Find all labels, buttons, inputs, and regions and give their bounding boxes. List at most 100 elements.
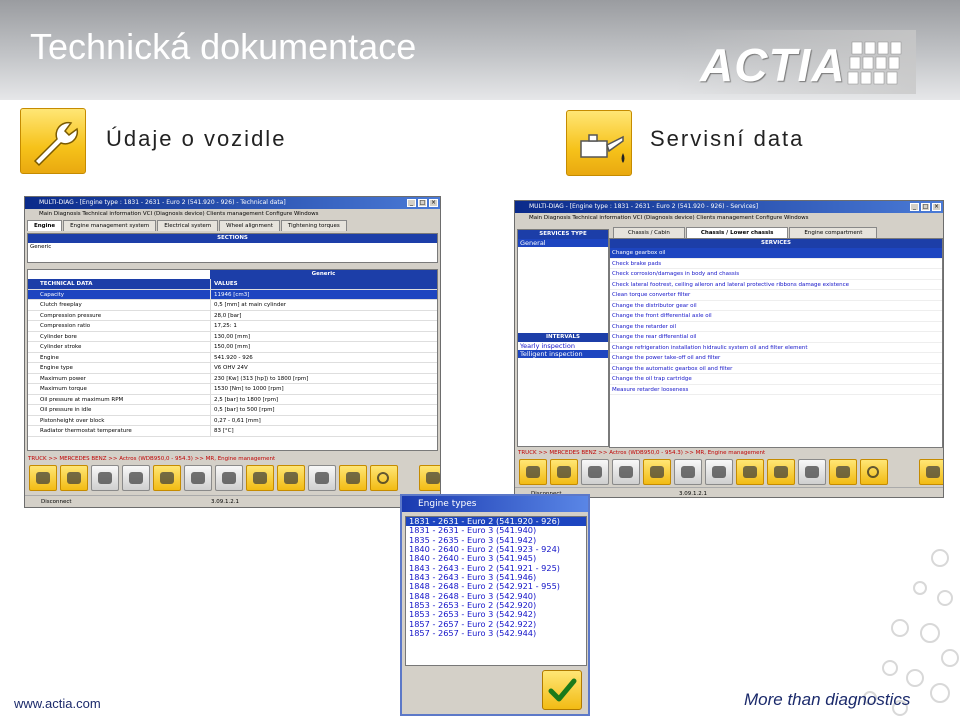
service-item[interactable]: Change the oil trap cartridge	[610, 374, 942, 385]
service-item[interactable]: Check corrosion/damages in body and chas…	[610, 269, 942, 280]
service-item[interactable]: Change the front differential axle oil	[610, 311, 942, 322]
wiring-button[interactable]	[798, 459, 826, 485]
connector-button[interactable]	[91, 465, 119, 491]
search-button[interactable]	[370, 465, 398, 491]
vehicle-select-button[interactable]	[60, 465, 88, 491]
table-row[interactable]: Compression pressure 28,0 [bar]	[28, 310, 437, 321]
parameters-button[interactable]	[184, 465, 212, 491]
close-button[interactable]: ×	[932, 203, 941, 211]
technical-data-table: Generic TECHNICAL DATA VALUES Capacity 11…	[27, 269, 438, 451]
row-label: Maximum torque	[40, 386, 87, 392]
service-item[interactable]: Measure retarder looseness	[610, 385, 942, 395]
confirm-button[interactable]	[542, 670, 582, 710]
service-item[interactable]: Change the rear differential oil	[610, 332, 942, 343]
service-item[interactable]: Change refrigeration installation hidrau…	[610, 343, 942, 353]
services-button[interactable]	[767, 459, 795, 485]
table-row[interactable]: Pistonheight over block 0,27 - 0,61 [mm]	[28, 415, 437, 426]
back-button[interactable]	[519, 459, 547, 485]
tab-chassis-cabin[interactable]: Chassis / Cabin	[613, 227, 685, 238]
sections-item[interactable]: Generic	[28, 243, 437, 251]
tab-chassis-lower[interactable]: Chassis / Lower chassis	[685, 227, 789, 238]
row-label: Engine type	[40, 365, 73, 371]
table-row[interactable]: Engine 541.920 - 926	[28, 352, 437, 363]
vehicle-path-breadcrumb: TRUCK >> MERCEDES BENZ >> Actros (WDB950…	[518, 450, 766, 456]
technical-data-button[interactable]	[736, 459, 764, 485]
table-header-row: TECHNICAL DATA VALUES	[28, 279, 437, 290]
window-title-bar: MULTI-DIAG - [Engine type : 1831 - 2631 …	[25, 197, 440, 209]
actuators-button[interactable]	[705, 459, 733, 485]
menu-bar[interactable]: Main Diagnosis Technical information VCI…	[25, 209, 440, 219]
wiring-button[interactable]	[308, 465, 336, 491]
interval-item[interactable]: Telligent inspection	[518, 350, 608, 358]
website-url[interactable]: www.actia.com	[14, 696, 101, 711]
vehicle-select-button[interactable]	[550, 459, 578, 485]
close-button[interactable]: ×	[429, 199, 438, 207]
table-row[interactable]: Oil pressure in idle 0,5 [bar] to 500 [rp…	[28, 405, 437, 416]
diagnosis-button[interactable]	[153, 465, 181, 491]
service-item[interactable]: Change the retarder oil	[610, 322, 942, 332]
table-row[interactable]: Radiator thermostat temperature 83 [°C]	[28, 426, 437, 437]
service-item[interactable]: Check lateral footrest, ceiling aileron …	[610, 280, 942, 290]
service-item[interactable]: Change the distributor gear oil	[610, 301, 942, 311]
table-row[interactable]: Engine type V6 OHV 24V	[28, 363, 437, 374]
components-button[interactable]	[829, 459, 857, 485]
maximize-button[interactable]: □	[921, 203, 930, 211]
tab-engine[interactable]: Engine	[27, 220, 63, 231]
table-row[interactable]: Compression ratio 17,25: 1	[28, 321, 437, 332]
slide: Technická dokumentace ACTIA Údaje o vozi…	[0, 0, 960, 718]
services-header: SERVICES	[610, 239, 942, 248]
search-button[interactable]	[860, 459, 888, 485]
row-label: Compression ratio	[40, 323, 91, 329]
menu-bar[interactable]: Main Diagnosis Technical information VCI…	[515, 213, 943, 223]
actuators-button[interactable]	[215, 465, 243, 491]
parameters-button[interactable]	[674, 459, 702, 485]
service-item[interactable]: Change the automatic gearbox oil and fil…	[610, 364, 942, 374]
column-header-technical-data: TECHNICAL DATA	[40, 281, 93, 287]
engine-types-list[interactable]: 1831 - 2631 - Euro 2 (541.920 - 926) 183…	[405, 516, 587, 666]
table-row[interactable]: Maximum torque 1530 [Nm] to 1000 [rpm]	[28, 384, 437, 395]
interval-item[interactable]: Yearly inspection	[518, 342, 608, 350]
section-title-vehicle: Údaje o vozidle	[106, 126, 287, 151]
tab-tightening-torques[interactable]: Tightening torques	[280, 220, 347, 231]
module-button[interactable]	[612, 459, 640, 485]
service-item[interactable]: Check brake pads	[610, 259, 942, 269]
table-row[interactable]: Cylinder stroke 150,00 [mm]	[28, 342, 437, 353]
services-button[interactable]	[277, 465, 305, 491]
page-title: Technická dokumentace	[30, 26, 417, 67]
status-connection: Disconnect	[41, 499, 72, 505]
module-button[interactable]	[122, 465, 150, 491]
tab-electrical-system[interactable]: Electrical system	[157, 220, 219, 231]
tab-engine-management[interactable]: Engine management system	[63, 220, 157, 231]
minimize-button[interactable]: _	[407, 199, 416, 207]
row-value: 0,5 [bar] to 500 [rpm]	[210, 405, 437, 415]
service-item[interactable]: Change gearbox oil	[610, 248, 942, 259]
table-row[interactable]: Clutch freeplay 0,5 [mm] at main cylinder	[28, 300, 437, 311]
services-type-item[interactable]: General	[518, 239, 608, 247]
tab-strip: Chassis / Cabin Chassis / Lower chassis …	[611, 227, 943, 238]
engine-type-item[interactable]: 1857 - 2657 - Euro 3 (542.944)	[406, 628, 586, 638]
exit-button[interactable]	[919, 459, 943, 485]
service-item[interactable]: Change the power take-off oil and filter	[610, 353, 942, 364]
table-row[interactable]: Cylinder bore 130,00 [mm]	[28, 331, 437, 342]
minimize-button[interactable]: _	[910, 203, 919, 211]
row-value: 17,25: 1	[210, 321, 437, 331]
components-button[interactable]	[339, 465, 367, 491]
table-row[interactable]: Capacity 11946 [cm3]	[28, 289, 437, 300]
connector-button[interactable]	[581, 459, 609, 485]
tab-engine-compartment[interactable]: Engine compartment	[789, 227, 878, 238]
table-row[interactable]: Maximum power 230 [Kw] (313 [hp]) to 1800…	[28, 373, 437, 384]
table-row[interactable]: Oil pressure at maximum RPM 2,5 [bar] to …	[28, 394, 437, 405]
vehicle-path-breadcrumb: TRUCK >> MERCEDES BENZ >> Actros (WDB950…	[28, 456, 276, 462]
maximize-button[interactable]: □	[418, 199, 427, 207]
back-button[interactable]	[29, 465, 57, 491]
toolbar	[519, 459, 943, 485]
technical-data-button[interactable]	[246, 465, 274, 491]
service-item[interactable]: Clean torque converter filter	[610, 290, 942, 301]
row-value: 150,00 [mm]	[210, 342, 437, 352]
tab-wheel-alignment[interactable]: Wheel alignment	[219, 220, 280, 231]
header-bar: Technická dokumentace ACTIA	[0, 0, 960, 100]
row-value: 130,00 [mm]	[210, 331, 437, 341]
diagnosis-button[interactable]	[643, 459, 671, 485]
exit-button[interactable]	[419, 465, 440, 491]
status-version: 3.09.1.2.1	[679, 491, 707, 497]
